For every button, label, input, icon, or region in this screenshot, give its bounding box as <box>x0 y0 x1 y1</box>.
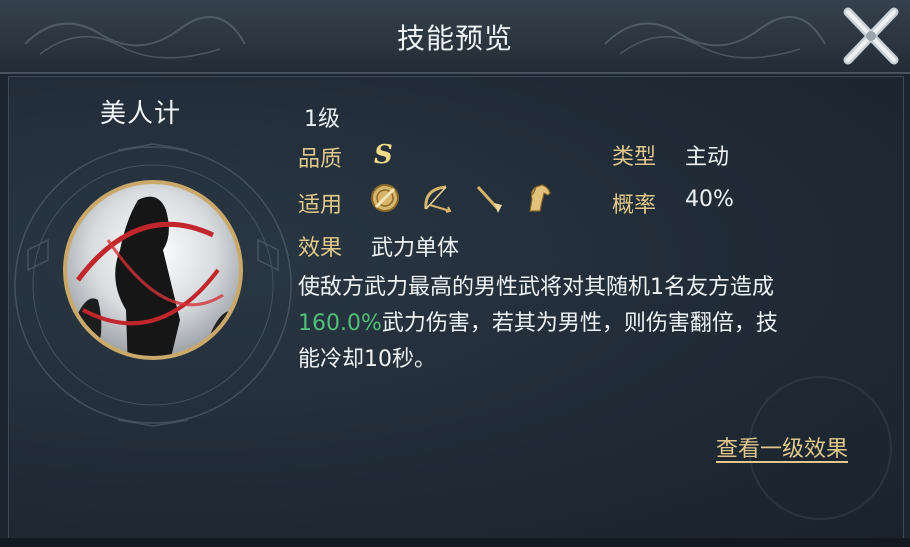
shield-icon <box>371 184 399 212</box>
close-icon <box>843 7 899 65</box>
effect-value: 武力单体 <box>371 236 460 261</box>
description-line: 使敌方武力最高的男性武将对其随机1名友方造成 <box>298 275 774 300</box>
applies-label: 适用 <box>298 193 343 218</box>
close-button[interactable] <box>838 4 904 68</box>
skill-portrait <box>14 143 292 427</box>
quality-label: 品质 <box>298 147 343 172</box>
bow-icon <box>424 185 452 213</box>
description-line: 能冷却10秒。 <box>298 347 436 372</box>
skill-level: 1级 <box>304 107 340 132</box>
effect-label: 效果 <box>298 236 343 261</box>
spear-icon <box>476 185 502 213</box>
damage-percent: 160.0% <box>298 311 382 336</box>
header-bar: 技能预览 <box>0 0 910 74</box>
skill-name: 美人计 <box>100 99 182 129</box>
horse-icon <box>529 184 551 212</box>
type-value: 主动 <box>685 145 730 170</box>
type-label: 类型 <box>612 145 657 170</box>
page-title: 技能预览 <box>396 22 513 55</box>
quality-grade: S <box>374 140 393 170</box>
description-line: 160.0%武力伤害，若其为男性，则伤害翻倍，技 <box>298 306 858 342</box>
rate-label: 概率 <box>612 193 657 218</box>
description-text: 武力伤害，若其为男性，则伤害翻倍，技 <box>381 311 778 336</box>
panel-bottom-edge <box>0 538 910 547</box>
view-level1-effect-link[interactable]: 查看一级效果 <box>716 431 848 463</box>
skill-description: 使敌方武力最高的男性武将对其随机1名友方造成 160.0%武力伤害，若其为男性，… <box>298 270 858 378</box>
rate-value: 40% <box>685 187 734 212</box>
